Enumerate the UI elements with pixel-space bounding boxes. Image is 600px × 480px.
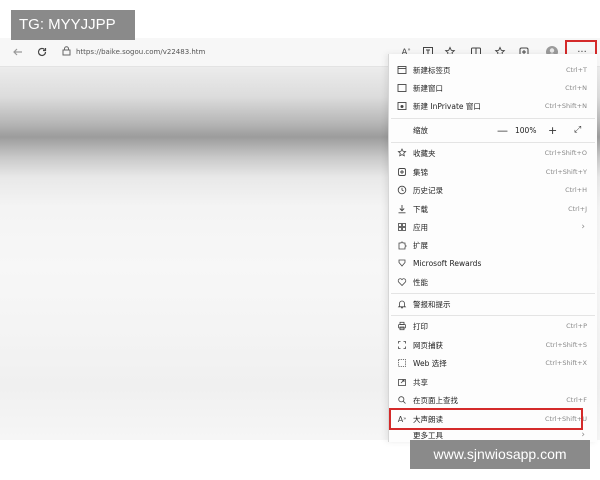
menu-item-zoom: 缩放 — 100% + ⤢ bbox=[389, 121, 597, 139]
read-aloud-highlight bbox=[389, 408, 583, 430]
menu-item-apps[interactable]: 应用 › bbox=[389, 218, 597, 236]
address-url: https://baike.sogou.com/v22483.htm bbox=[76, 48, 206, 56]
lock-icon bbox=[62, 45, 76, 59]
menu-label: 新建标签页 bbox=[413, 65, 451, 75]
menu-shortcut: Ctrl+Shift+X bbox=[545, 359, 587, 367]
menu-item-history[interactable]: 历史记录 Ctrl+H bbox=[389, 181, 597, 199]
menu-shortcut: Ctrl+Shift+O bbox=[544, 149, 587, 157]
address-bar[interactable]: https://baike.sogou.com/v22483.htm bbox=[62, 42, 382, 62]
chevron-right-icon: › bbox=[581, 222, 585, 232]
collections-icon bbox=[396, 166, 408, 178]
refresh-button[interactable] bbox=[32, 42, 52, 62]
menu-item-share[interactable]: 共享 bbox=[389, 373, 597, 391]
arrow-left-icon bbox=[13, 48, 22, 56]
zoom-in-button[interactable]: + bbox=[548, 124, 557, 137]
menu-item-extensions[interactable]: 扩展 bbox=[389, 236, 597, 254]
menu-label: 性能 bbox=[413, 277, 428, 287]
menu-shortcut: Ctrl+J bbox=[568, 205, 587, 213]
menu-label: 新建 InPrivate 窗口 bbox=[413, 101, 481, 111]
menu-label: Web 选择 bbox=[413, 358, 447, 368]
menu-divider bbox=[391, 118, 595, 119]
chevron-right-icon: › bbox=[581, 430, 585, 440]
history-icon bbox=[396, 184, 408, 196]
web-capture-icon bbox=[396, 339, 408, 351]
menu-divider bbox=[391, 315, 595, 316]
menu-item-favorites[interactable]: 收藏夹 Ctrl+Shift+O bbox=[389, 144, 597, 162]
web-select-icon bbox=[396, 357, 408, 369]
menu-label: 打印 bbox=[413, 321, 428, 331]
menu-shortcut: Ctrl+H bbox=[565, 186, 587, 194]
watermark-top: TG: MYYJJPP bbox=[11, 10, 135, 40]
menu-item-new-inprivate[interactable]: 新建 InPrivate 窗口 Ctrl+Shift+N bbox=[389, 97, 597, 115]
extensions-icon bbox=[396, 239, 408, 251]
menu-shortcut: Ctrl+Shift+Y bbox=[545, 168, 587, 176]
menu-label: 集锦 bbox=[413, 167, 428, 177]
find-in-page-icon bbox=[396, 394, 408, 406]
back-button[interactable] bbox=[8, 42, 28, 62]
menu-shortcut: Ctrl+Shift+S bbox=[545, 341, 587, 349]
menu-item-print[interactable]: 打印 Ctrl+P bbox=[389, 317, 597, 335]
menu-item-new-tab[interactable]: 新建标签页 Ctrl+T bbox=[389, 61, 597, 79]
settings-menu: 新建标签页 Ctrl+T 新建窗口 Ctrl+N 新建 InPrivate 窗口… bbox=[388, 54, 597, 442]
menu-shortcut: Ctrl+T bbox=[566, 66, 587, 74]
apps-icon bbox=[396, 221, 408, 233]
menu-shortcut: Ctrl+N bbox=[565, 84, 587, 92]
menu-shortcut: Ctrl+P bbox=[566, 322, 587, 330]
new-window-icon bbox=[396, 82, 408, 94]
menu-label: 扩展 bbox=[413, 240, 428, 250]
menu-label: 共享 bbox=[413, 377, 428, 387]
menu-divider bbox=[391, 293, 595, 294]
menu-label: 历史记录 bbox=[413, 185, 443, 195]
share-icon bbox=[396, 376, 408, 388]
menu-divider bbox=[391, 142, 595, 143]
rewards-icon bbox=[396, 257, 408, 269]
watermark-bottom: www.sjnwiosapp.com bbox=[410, 440, 590, 469]
menu-label: 收藏夹 bbox=[413, 148, 436, 158]
menu-label: 网页捕获 bbox=[413, 340, 443, 350]
menu-item-new-window[interactable]: 新建窗口 Ctrl+N bbox=[389, 79, 597, 97]
fullscreen-button[interactable]: ⤢ bbox=[574, 125, 581, 135]
zoom-level: 100% bbox=[515, 125, 537, 135]
menu-label: 更多工具 bbox=[413, 430, 443, 440]
zoom-out-button[interactable]: — bbox=[497, 124, 508, 137]
menu-shortcut: Ctrl+F bbox=[566, 396, 587, 404]
menu-item-web-select[interactable]: Web 选择 Ctrl+Shift+X bbox=[389, 354, 597, 372]
menu-item-downloads[interactable]: 下载 Ctrl+J bbox=[389, 200, 597, 218]
menu-item-alerts[interactable]: 警报和提示 bbox=[389, 295, 597, 313]
new-tab-icon bbox=[396, 64, 408, 76]
menu-item-collections[interactable]: 集锦 Ctrl+Shift+Y bbox=[389, 163, 597, 181]
menu-item-performance[interactable]: 性能 bbox=[389, 273, 597, 291]
inprivate-icon bbox=[396, 100, 408, 112]
menu-label: 警报和提示 bbox=[413, 299, 451, 309]
bell-icon bbox=[396, 298, 408, 310]
menu-label: 缩放 bbox=[413, 125, 428, 135]
heart-pulse-icon bbox=[396, 276, 408, 288]
menu-item-rewards[interactable]: Microsoft Rewards bbox=[389, 254, 597, 272]
menu-label: Microsoft Rewards bbox=[413, 258, 482, 268]
menu-item-find[interactable]: 在页面上查找 Ctrl+F bbox=[389, 391, 597, 409]
menu-label: 下载 bbox=[413, 204, 428, 214]
download-icon bbox=[396, 203, 408, 215]
favorites-icon bbox=[396, 147, 408, 159]
menu-item-web-capture[interactable]: 网页捕获 Ctrl+Shift+S bbox=[389, 336, 597, 354]
menu-label: 在页面上查找 bbox=[413, 395, 458, 405]
printer-icon bbox=[396, 320, 408, 332]
menu-label: 应用 bbox=[413, 222, 428, 232]
menu-shortcut: Ctrl+Shift+N bbox=[544, 102, 587, 110]
refresh-icon bbox=[37, 47, 47, 57]
menu-label: 新建窗口 bbox=[413, 83, 443, 93]
